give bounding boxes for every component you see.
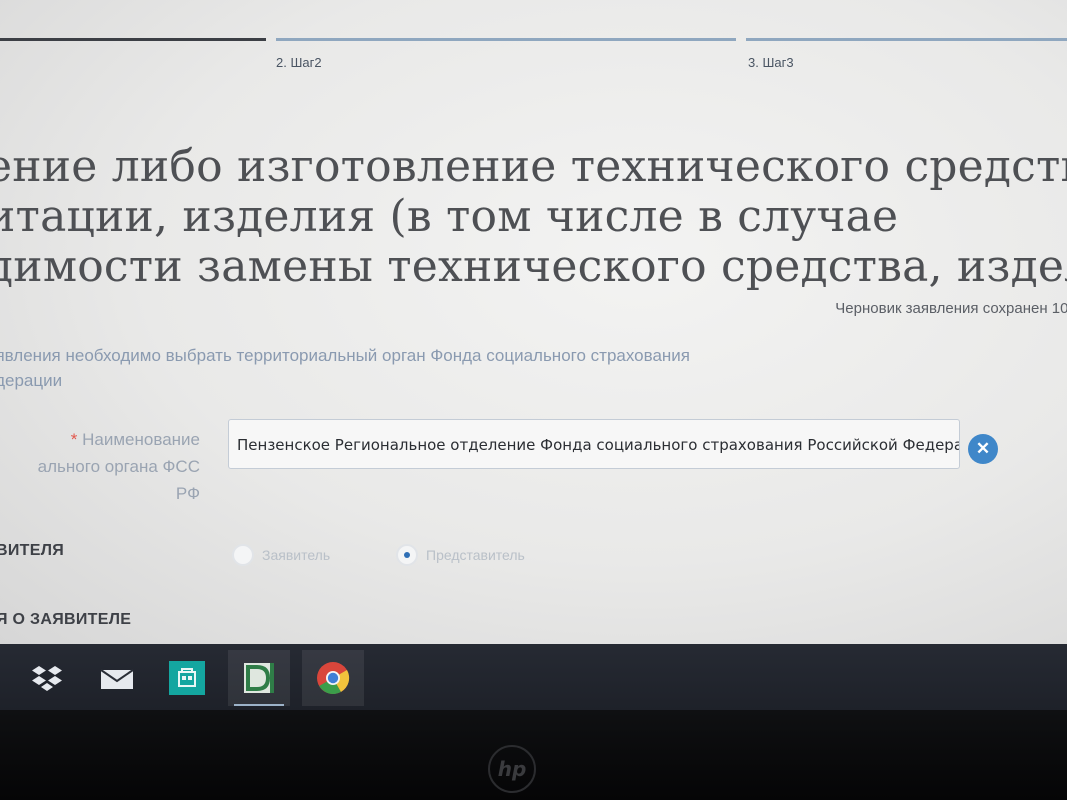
radio-representative[interactable]: Представитель xyxy=(396,544,525,566)
radio-representative-circle[interactable] xyxy=(396,544,418,566)
step-3-line xyxy=(746,38,1067,41)
required-mark: * xyxy=(70,430,78,449)
notice-line-2: едерации xyxy=(0,371,63,390)
close-circle-icon: ✕ xyxy=(975,439,991,458)
service-title-line-1: ение либо изготовление технического сред… xyxy=(0,141,1067,192)
notice-line-1: аявления необходимо выбрать территориаль… xyxy=(0,346,690,365)
fss-label-line-3: РФ xyxy=(175,484,200,503)
laptop-bezel xyxy=(0,710,1067,800)
step-1-line xyxy=(0,38,266,41)
dropbox-icon xyxy=(32,666,62,691)
radio-representative-label: Представитель xyxy=(426,547,525,563)
taskbar-mail[interactable] xyxy=(86,650,148,706)
radio-applicant[interactable]: Заявитель xyxy=(232,544,330,566)
chrome-icon xyxy=(317,662,350,695)
taskbar-store[interactable] xyxy=(156,650,218,706)
taskbar-chrome[interactable] xyxy=(302,650,364,706)
fss-field-label: * Наименование ального органа ФСС РФ xyxy=(0,426,200,507)
service-title-line-2: итации, изделия (в том числе в случае xyxy=(0,191,899,242)
step-2-line xyxy=(276,38,736,41)
radio-applicant-label: Заявитель xyxy=(262,547,331,563)
step-3-label[interactable]: 3. Шаг3 xyxy=(748,55,794,70)
taskbar xyxy=(0,644,1067,710)
draft-saved-status: Черновик заявления сохранен 10.0 xyxy=(835,300,1067,317)
step-progress: 2. Шаг2 3. Шаг3 xyxy=(0,0,1067,80)
browser-viewport: 2. Шаг2 3. Шаг3 ение либо изготовление т… xyxy=(0,0,1067,648)
taskbar-document-app[interactable] xyxy=(228,650,290,706)
applicant-type-heading: ВИТЕЛЯ xyxy=(0,542,65,559)
hp-logo: hp xyxy=(488,745,536,793)
fss-label-line-1: Наименование xyxy=(82,430,200,449)
store-icon xyxy=(169,661,205,695)
clear-fss-button[interactable]: ✕ xyxy=(968,434,998,464)
mail-icon xyxy=(100,669,134,689)
active-app-indicator xyxy=(234,704,284,706)
fss-selection-notice: аявления необходимо выбрать территориаль… xyxy=(0,343,906,393)
taskbar-dropbox[interactable] xyxy=(16,650,78,706)
step-2-label[interactable]: 2. Шаг2 xyxy=(276,55,322,70)
radio-applicant-circle[interactable] xyxy=(232,544,254,566)
fss-organ-input[interactable]: Пензенское Региональное отделение Фонда … xyxy=(228,419,960,469)
document-app-icon xyxy=(244,663,274,693)
service-title: ение либо изготовление технического сред… xyxy=(0,142,1067,292)
applicant-info-heading: Я О ЗАЯВИТЕЛЕ xyxy=(0,611,132,628)
service-title-line-3: димости замены технического средства, из… xyxy=(0,241,1067,292)
fss-label-line-2: ального органа ФСС xyxy=(37,457,200,476)
